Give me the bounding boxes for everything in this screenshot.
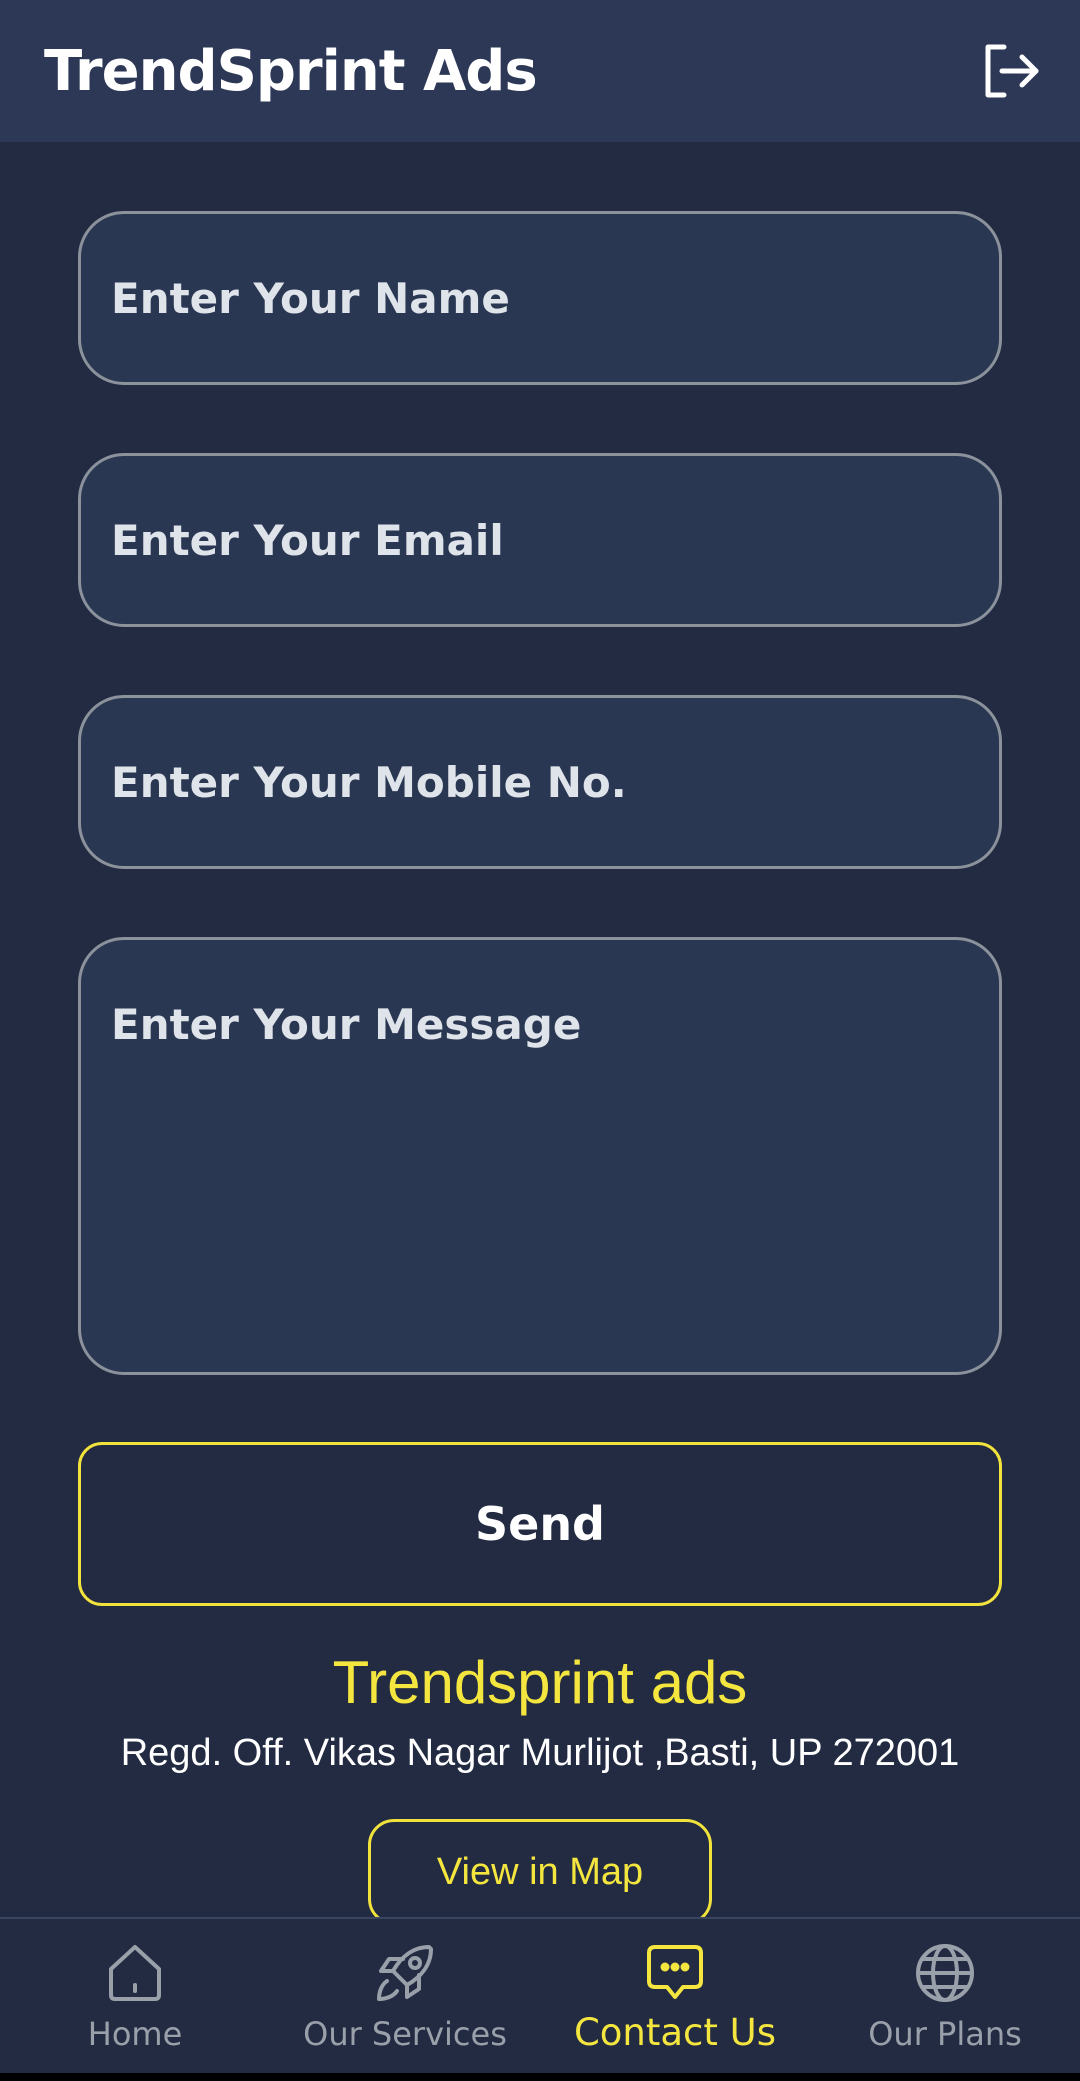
send-button[interactable]: Send bbox=[78, 1442, 1002, 1606]
rocket-icon bbox=[377, 1945, 433, 2001]
nav-label-home: Home bbox=[87, 2015, 183, 2053]
mobile-input[interactable] bbox=[78, 695, 1002, 869]
home-icon bbox=[109, 1945, 161, 2001]
email-input[interactable] bbox=[78, 453, 1002, 627]
message-textarea[interactable] bbox=[78, 937, 1002, 1375]
logout-icon[interactable] bbox=[978, 39, 1042, 103]
nav-label-our-plans: Our Plans bbox=[868, 2015, 1022, 2053]
nav-item-contact-us[interactable]: Contact Us bbox=[540, 1919, 810, 2081]
name-input[interactable] bbox=[78, 211, 1002, 385]
view-in-map-button[interactable]: View in Map bbox=[368, 1819, 712, 1925]
company-address: Regd. Off. Vikas Nagar Murlijot ,Basti, … bbox=[120, 1732, 960, 1774]
bottom-navigation: Home Our Services Contact Us Our Plans bbox=[0, 1917, 1080, 2081]
chat-bubble-icon bbox=[647, 1945, 703, 1999]
nav-item-home[interactable]: Home bbox=[0, 1919, 270, 2081]
logout-button[interactable] bbox=[978, 39, 1042, 103]
globe-icon bbox=[916, 1944, 974, 2002]
nav-item-our-services[interactable]: Our Services bbox=[270, 1919, 540, 2081]
app-title: TrendSprint Ads bbox=[44, 38, 538, 104]
app-bar: TrendSprint Ads bbox=[0, 0, 1080, 142]
nav-label-our-services: Our Services bbox=[303, 2015, 507, 2053]
system-bottom-edge bbox=[0, 2073, 1080, 2081]
nav-item-our-plans[interactable]: Our Plans bbox=[810, 1919, 1080, 2081]
company-name: Trendsprint ads bbox=[332, 1649, 748, 1716]
nav-label-contact-us: Contact Us bbox=[573, 2011, 777, 2054]
